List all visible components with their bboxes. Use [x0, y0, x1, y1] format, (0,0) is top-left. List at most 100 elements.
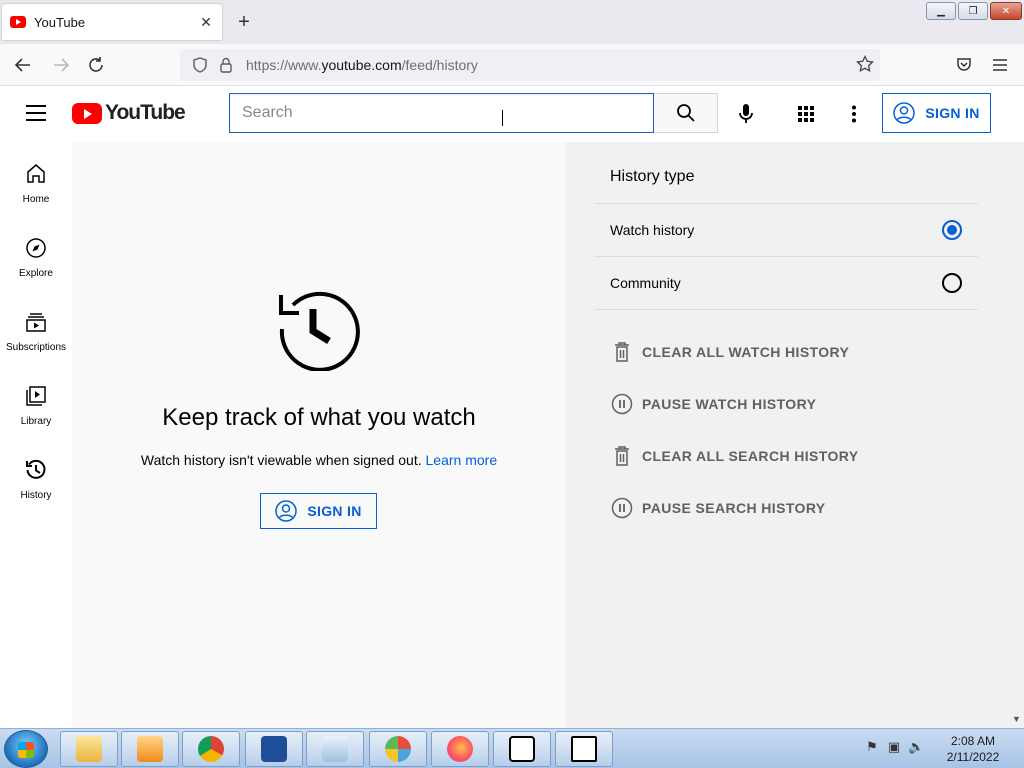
guide-item-home[interactable]: Home: [0, 142, 72, 216]
volume-icon[interactable]: 🔈: [908, 739, 924, 755]
option-community[interactable]: Community: [594, 256, 978, 309]
windows-taskbar: ⚑ ▣ 🔈 2:08 AM 2/11/2022: [0, 728, 1024, 768]
text-cursor-icon: [502, 110, 504, 126]
sign-in-button[interactable]: SIGN IN: [260, 493, 377, 529]
clear-watch-history-button[interactable]: CLEAR ALL WATCH HISTORY: [610, 340, 849, 364]
taskbar-paint[interactable]: [369, 731, 427, 767]
page-title: Keep track of what you watch: [162, 404, 476, 431]
url-bar[interactable]: https://www.youtube.com/feed/history: [180, 49, 880, 81]
scroll-down-arrow-icon[interactable]: ▼: [1012, 714, 1021, 724]
notepad-icon: [322, 736, 348, 762]
sign-in-label: SIGN IN: [925, 105, 980, 121]
tab-title: YouTube: [34, 14, 86, 30]
guide-item-library[interactable]: Library: [0, 364, 72, 438]
cat-icon: [571, 736, 597, 762]
clock-time: 2:08 AM: [950, 734, 996, 748]
youtube-logo[interactable]: YouTube: [72, 101, 186, 125]
back-arrow-icon[interactable]: [10, 52, 36, 78]
url-path: /feed/history: [401, 57, 478, 73]
history-icon: [279, 291, 360, 371]
history-settings-panel: History type Watch history Community CLE…: [566, 142, 1010, 728]
guide-label: Explore: [19, 268, 53, 279]
powershell-icon: [261, 736, 287, 762]
history-type-heading: History type: [610, 168, 695, 185]
pause-watch-history-button[interactable]: PAUSE WATCH HISTORY: [610, 392, 816, 416]
search-input[interactable]: Search: [229, 93, 654, 133]
action-label: CLEAR ALL SEARCH HISTORY: [642, 448, 859, 464]
compass-icon: [26, 238, 46, 258]
taskbar-media-player[interactable]: [121, 731, 179, 767]
radio-button[interactable]: [942, 273, 962, 293]
taskbar-explorer[interactable]: [60, 731, 118, 767]
guide-label: Home: [22, 194, 50, 205]
guide-label: Subscriptions: [5, 342, 67, 353]
sign-in-label: SIGN IN: [307, 503, 362, 519]
guide-label: Library: [20, 416, 52, 427]
action-center-flag-icon[interactable]: ⚑: [864, 739, 880, 755]
clear-search-history-button[interactable]: CLEAR ALL SEARCH HISTORY: [610, 444, 859, 468]
taskbar-notepad[interactable]: [306, 731, 364, 767]
trash-icon: [610, 340, 634, 364]
taskbar-powershell[interactable]: [245, 731, 303, 767]
signed-out-message: Watch history isn't viewable when signed…: [72, 452, 566, 468]
taskbar-cat-app[interactable]: [555, 731, 613, 767]
minimize-icon[interactable]: ▁: [926, 2, 956, 20]
search-button[interactable]: [654, 93, 718, 133]
tab-close-icon[interactable]: ✕: [198, 14, 214, 31]
browser-tab[interactable]: YouTube ✕: [2, 4, 222, 40]
pause-search-history-button[interactable]: PAUSE SEARCH HISTORY: [610, 496, 826, 520]
taskbar-chrome[interactable]: [182, 731, 240, 767]
account-icon: [893, 102, 916, 124]
browser-tab-strip: YouTube ✕ + ▁ ❐ ✕: [0, 0, 1024, 44]
guide-item-explore[interactable]: Explore: [0, 216, 72, 290]
learn-more-link[interactable]: Learn more: [426, 452, 498, 468]
folder-icon: [76, 736, 102, 762]
url-prefix: https://www.: [246, 57, 322, 73]
window-close-icon[interactable]: ✕: [990, 2, 1022, 20]
panel-divider: [594, 309, 978, 310]
restore-icon[interactable]: ❐: [958, 2, 988, 20]
guide-label: History: [20, 490, 52, 501]
guide-item-history[interactable]: History: [0, 438, 72, 512]
7zip-icon: [509, 736, 535, 762]
new-tab-button[interactable]: +: [234, 10, 254, 34]
forward-arrow-icon[interactable]: [48, 52, 74, 78]
youtube-logo-icon: [72, 102, 102, 124]
account-icon: [275, 500, 298, 522]
action-label: PAUSE SEARCH HISTORY: [642, 500, 826, 516]
shield-icon[interactable]: [190, 55, 210, 75]
radio-button-selected[interactable]: [942, 220, 962, 240]
subscriptions-icon: [26, 313, 46, 332]
page-scrollbar[interactable]: [1010, 142, 1024, 728]
mini-guide: Home Explore Subscriptions Library Histo…: [0, 142, 72, 728]
taskbar-clock[interactable]: 2:08 AM 2/11/2022: [938, 733, 1008, 765]
pause-icon: [610, 392, 634, 416]
taskbar-firefox[interactable]: [431, 731, 489, 767]
taskbar-7zip[interactable]: [493, 731, 551, 767]
lock-icon[interactable]: [216, 55, 236, 75]
window-controls: ▁ ❐ ✕: [926, 2, 1022, 20]
option-label: Community: [610, 275, 681, 291]
bookmark-star-icon[interactable]: [856, 54, 874, 78]
history-icon: [26, 459, 46, 479]
start-button[interactable]: [4, 730, 48, 768]
guide-item-subscriptions[interactable]: Subscriptions: [0, 290, 72, 364]
action-label: PAUSE WATCH HISTORY: [642, 396, 817, 412]
app-menu-icon[interactable]: [987, 52, 1013, 78]
search-icon: [676, 104, 695, 122]
search-placeholder: Search: [242, 104, 293, 121]
guide-menu-icon[interactable]: [26, 105, 46, 121]
home-icon: [27, 164, 45, 183]
header-sign-in-button[interactable]: SIGN IN: [882, 93, 991, 133]
more-vertical-icon[interactable]: [840, 100, 868, 128]
pocket-icon[interactable]: [951, 52, 977, 78]
option-watch-history[interactable]: Watch history: [594, 203, 978, 256]
message-text: Watch history isn't viewable when signed…: [140, 452, 422, 468]
clock-date: 2/11/2022: [946, 750, 1000, 764]
microphone-icon[interactable]: [732, 100, 760, 128]
network-icon[interactable]: ▣: [886, 739, 902, 755]
apps-grid-icon[interactable]: [792, 100, 820, 128]
youtube-favicon-icon: [10, 16, 26, 28]
library-icon: [26, 386, 46, 406]
reload-icon[interactable]: [83, 52, 109, 78]
